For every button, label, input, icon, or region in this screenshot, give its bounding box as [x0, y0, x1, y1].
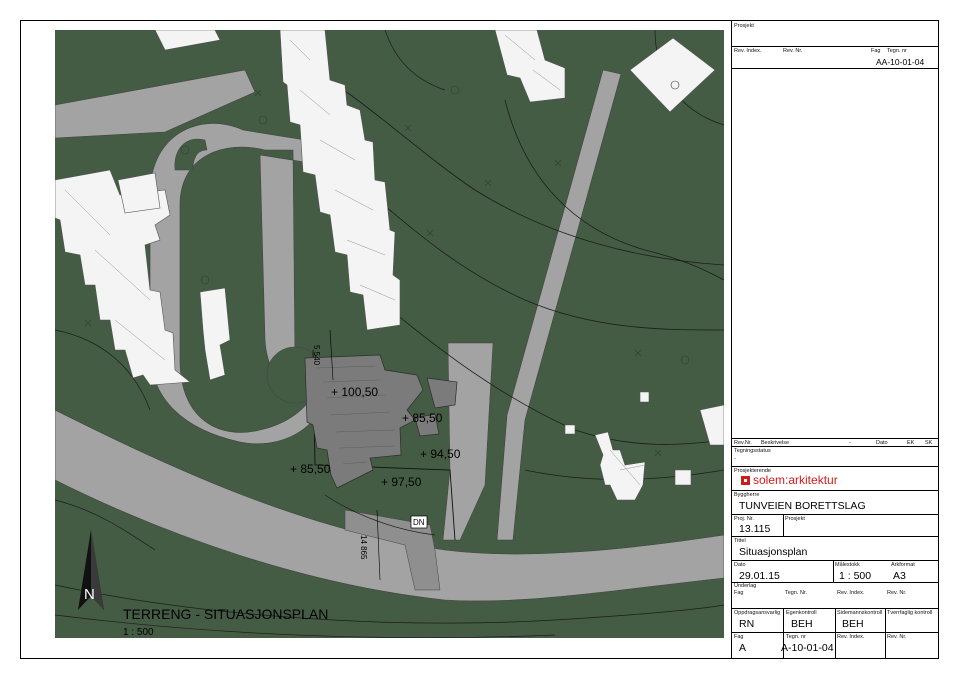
drawing-scale: 1 : 500 — [123, 627, 154, 638]
bottom-fag-label: Fag — [734, 634, 744, 640]
title-block: Prosjekt Rev. Index. Rev. Nr. Fag Tegn. … — [731, 20, 939, 659]
underlag-rev-index-label: Rev. Index. — [837, 590, 865, 596]
bottom-rev-index-label: Rev. Index. — [837, 634, 865, 640]
tverrfaglig-label: Tverrfaglig kontroll — [887, 610, 933, 616]
dimension-label: 5 540 — [312, 345, 321, 366]
firm-name: solem:arkitektur — [753, 473, 838, 487]
dato-label: Dato — [734, 562, 746, 568]
underlag-rev-nr-label: Rev. Nr. — [887, 590, 907, 596]
site-plan-drawing — [55, 30, 724, 638]
tittel-label: Tittel — [734, 538, 746, 544]
byggherre-label: Byggherre — [734, 492, 760, 498]
dimension-label: 14 865 — [359, 535, 368, 560]
bottom-tegn-nr-label: Tegn. nr — [786, 634, 806, 640]
oppdragsansvarlig-label: Oppdragsansvarlig — [734, 610, 781, 616]
dato-value: 29.01.15 — [739, 570, 780, 582]
proj-nr-label: Proj. Nr. — [734, 516, 754, 522]
oppdragsansvarlig-value: RN — [739, 618, 755, 630]
rev-index-label: Rev. Index. — [734, 48, 762, 54]
logo-mark-icon — [741, 475, 750, 485]
tegn-nr-label: Tegn. nr — [887, 48, 907, 54]
elevation-label: + 100,50 — [331, 385, 379, 399]
north-label: N — [84, 586, 95, 603]
prosjekt-label-2: Prosjekt — [785, 516, 805, 522]
rev-nr-label: Rev. Nr. — [783, 48, 803, 54]
prosjekt-label: Prosjekt — [734, 23, 754, 29]
egenkontroll-value: BEH — [791, 618, 813, 630]
underlag-tegn-nr-label: Tegn. Nr. — [785, 590, 808, 596]
fag-label: Fag — [871, 48, 881, 54]
top-drawing-number: AA-10-01-04 — [876, 57, 925, 67]
tegningsstatus-value: - — [734, 456, 736, 462]
byggherre-value: TUNVEIEN BORETTSLAG — [739, 500, 866, 512]
sidemannskontroll-value: BEH — [842, 618, 864, 630]
dn-label: DN — [413, 518, 425, 527]
elevation-label: + 97,50 — [381, 475, 422, 489]
drawing-title: TERRENG - SITUASJONSPLAN — [123, 606, 329, 622]
malestokk-value: 1 : 500 — [839, 570, 872, 582]
proj-nr-value: 13.115 — [739, 523, 771, 535]
bottom-fag-value: A — [739, 642, 747, 654]
tegningsstatus-label: Tegningsstatus — [734, 448, 771, 454]
site-plan-map: + 100,50 + 85,50 + 94,50 + 85,50 + 97,50… — [55, 30, 724, 638]
tittel-value: Situasjonsplan — [739, 546, 808, 558]
underlag-fag-label: Fag — [734, 590, 744, 596]
bottom-drawing-number: A-10-01-04 — [781, 642, 834, 654]
bottom-rev-nr-label: Rev. Nr. — [887, 634, 907, 640]
arkformat-label: Arkformat — [891, 562, 915, 568]
sidemannskontroll-label: Sidemannskontroll — [837, 610, 883, 616]
malestokk-label: Målestokk — [835, 562, 860, 568]
arkformat-value: A3 — [893, 570, 906, 582]
underlag-label: Underlag — [734, 583, 757, 589]
elevation-label: + 85,50 — [290, 462, 331, 476]
elevation-label: + 94,50 — [420, 447, 461, 461]
elevation-label: + 85,50 — [402, 411, 443, 425]
egenkontroll-label: Egenkontroll — [786, 610, 817, 616]
firm-logo: solem:arkitektur — [741, 473, 838, 487]
